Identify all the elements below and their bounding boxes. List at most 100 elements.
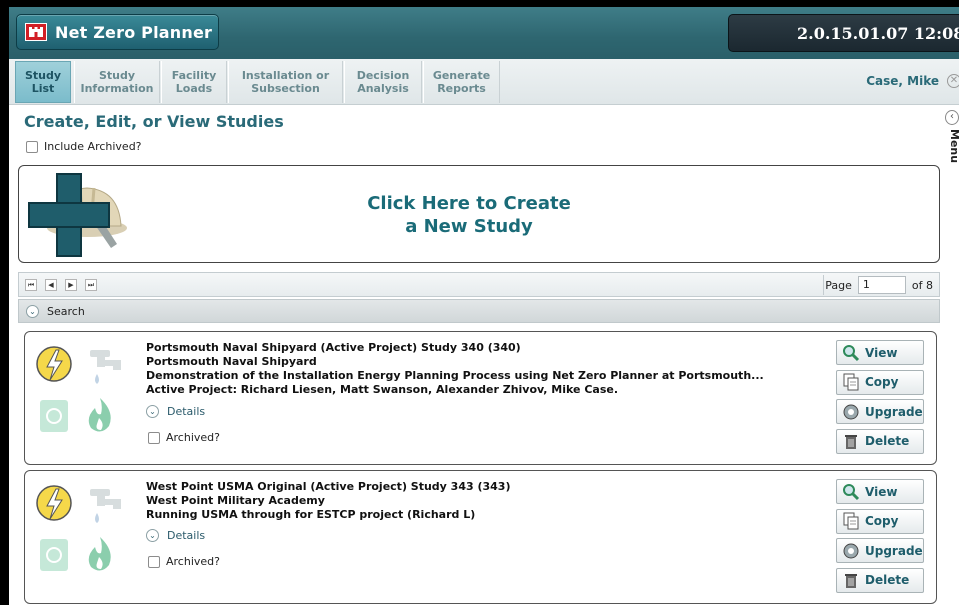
archived-row: Archived? [148, 555, 220, 568]
delete-label: Delete [865, 573, 910, 587]
details-label: Details [167, 405, 206, 418]
archived-checkbox[interactable] [148, 555, 160, 568]
details-expander[interactable]: ⌄ Details [146, 405, 205, 418]
upgrade-icon [841, 542, 861, 560]
study-text: West Point USMA Original (Active Project… [146, 480, 511, 522]
top-header-bar: Net Zero Planner 2.0.15.01.07 12:08 [9, 7, 959, 59]
copy-label: Copy [865, 514, 899, 528]
tab-facility-loads[interactable]: Facility Loads [161, 61, 227, 103]
prev-page-icon[interactable]: ◀ [45, 279, 57, 291]
copy-button[interactable]: Copy [836, 369, 924, 395]
details-label: Details [167, 529, 206, 542]
tab-study-list[interactable]: Study List [15, 61, 71, 103]
copy-label: Copy [865, 375, 899, 389]
pager-separator [823, 275, 824, 295]
delete-button[interactable]: Delete [836, 567, 924, 593]
trash-icon [841, 432, 861, 450]
copy-icon [841, 512, 861, 530]
tab-study-information[interactable]: Study Information [74, 61, 160, 103]
tab-installation-or-subsection[interactable]: Installation or Subsection [228, 61, 343, 103]
copy-icon [841, 373, 861, 391]
water-faucet-icon [90, 350, 121, 384]
castle-logo-icon [25, 23, 47, 41]
upgrade-icon [841, 403, 861, 421]
create-study-text: Click Here to Create a New Study [319, 192, 619, 238]
view-button[interactable]: View [836, 479, 924, 504]
study-title: Portsmouth Naval Shipyard (Active Projec… [146, 341, 521, 354]
tab-generate-reports[interactable]: Generate Reports [423, 61, 500, 103]
page-title: Create, Edit, or View Studies [24, 112, 284, 131]
user-area: Case, Mike ✕ [866, 74, 959, 88]
app-title: Net Zero Planner [55, 22, 213, 42]
first-page-icon[interactable]: ⏮ [25, 279, 37, 291]
study-installation: West Point Military Academy [146, 494, 325, 507]
chevron-down-icon: ⌄ [26, 304, 39, 318]
archived-row: Archived? [148, 431, 220, 444]
plus-icon [25, 170, 135, 263]
copy-button[interactable]: Copy [836, 508, 924, 534]
menu-toggle-chevron-icon[interactable]: ‹ [945, 110, 959, 125]
view-button[interactable]: View [836, 340, 924, 365]
page-label: Page [825, 278, 852, 292]
upgrade-button[interactable]: Upgrade [836, 399, 924, 424]
app-window: Net Zero Planner 2.0.15.01.07 12:08 Stud… [9, 7, 959, 605]
study-type-icons [35, 340, 130, 436]
study-description: Running USMA through for ESTCP project (… [146, 508, 476, 521]
include-archived-row: Include Archived? [26, 140, 142, 153]
study-card: West Point USMA Original (Active Project… [24, 470, 937, 604]
electricity-icon [36, 346, 72, 382]
details-expander[interactable]: ⌄ Details [146, 529, 205, 542]
delete-label: Delete [865, 434, 910, 448]
page-number-input[interactable]: 1 [857, 276, 906, 294]
study-description: Demonstration of the Installation Energy… [146, 369, 764, 382]
search-expander[interactable]: ⌄ Search [18, 299, 940, 323]
archived-label: Archived? [166, 431, 220, 444]
page-total-label: of 8 [911, 278, 933, 292]
study-card: Portsmouth Naval Shipyard (Active Projec… [24, 331, 937, 465]
study-installation: Portsmouth Naval Shipyard [146, 355, 317, 368]
delete-button[interactable]: Delete [836, 428, 924, 454]
study-title: West Point USMA Original (Active Project… [146, 480, 511, 493]
create-line-2: a New Study [405, 216, 533, 237]
tab-decision-analysis[interactable]: Decision Analysis [344, 61, 422, 103]
nav-tabs-bar: Study List Study Information Facility Lo… [9, 59, 959, 105]
side-menu-label[interactable]: Menu [947, 129, 959, 163]
magnifier-icon [841, 483, 861, 501]
archived-label: Archived? [166, 555, 220, 568]
chevron-down-icon: ⌄ [146, 405, 159, 418]
app-brand-button[interactable]: Net Zero Planner [16, 14, 219, 50]
last-page-icon[interactable]: ⏭ [85, 279, 97, 291]
study-actions: View Copy Upgrade Delete [836, 479, 924, 597]
create-line-1: Click Here to Create [367, 193, 571, 214]
user-name-link[interactable]: Case, Mike [866, 74, 939, 88]
study-actions: View Copy Upgrade Delete [836, 340, 924, 458]
recycle-bin-icon [40, 400, 68, 432]
electricity-icon [36, 485, 72, 521]
upgrade-label: Upgrade [865, 404, 923, 419]
include-archived-checkbox[interactable] [26, 140, 38, 153]
trash-icon [841, 571, 861, 589]
study-text: Portsmouth Naval Shipyard (Active Projec… [146, 341, 764, 397]
pager-bar: ⏮ ◀ ▶ ⏭ Page 1 of 8 [18, 272, 940, 297]
logout-close-icon[interactable]: ✕ [947, 74, 959, 88]
include-archived-label: Include Archived? [44, 140, 142, 153]
study-type-icons [35, 479, 130, 575]
create-new-study-button[interactable]: Click Here to Create a New Study [18, 165, 940, 263]
recycle-bin-icon [40, 539, 68, 571]
version-time-display: 2.0.15.01.07 12:08 [728, 14, 959, 52]
archived-checkbox[interactable] [148, 431, 160, 444]
upgrade-button[interactable]: Upgrade [836, 538, 924, 563]
water-faucet-icon [90, 489, 121, 523]
view-label: View [865, 345, 898, 360]
view-label: View [865, 484, 898, 499]
chevron-down-icon: ⌄ [146, 529, 159, 542]
next-page-icon[interactable]: ▶ [65, 279, 77, 291]
window-frame: Net Zero Planner 2.0.15.01.07 12:08 Stud… [0, 0, 959, 605]
upgrade-label: Upgrade [865, 543, 923, 558]
magnifier-icon [841, 344, 861, 362]
gas-flame-icon [88, 537, 111, 571]
study-team: Active Project: Richard Liesen, Matt Swa… [146, 383, 619, 396]
gas-flame-icon [88, 398, 111, 432]
search-label: Search [47, 304, 85, 318]
page-info: Page 1 of 8 [825, 276, 933, 294]
